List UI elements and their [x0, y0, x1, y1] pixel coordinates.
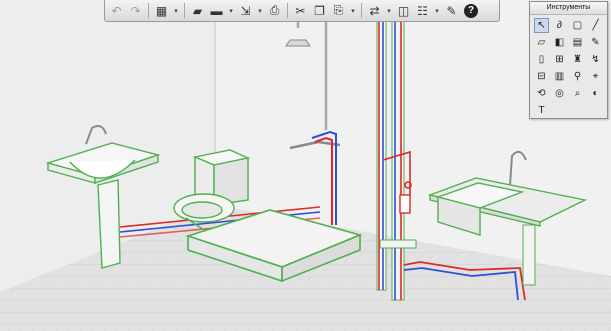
toolbar-separator: [287, 3, 288, 18]
save-dropdown[interactable]: ▾: [227, 2, 235, 19]
tool-grid: ↖ ∂ ▢ ╱ ▱ ◧ ▤ ✎ ▯ ⊞ ♜ ↯ ⊟ ▥ ⚲ ⌖ ⟲ ◎ ⌕ ◐ T: [530, 15, 607, 121]
view-3d-dropdown[interactable]: ▾: [172, 2, 180, 19]
properties-icon[interactable]: ☷: [414, 2, 431, 19]
plumbing-3d-viewport[interactable]: [0, 0, 611, 331]
properties-dropdown[interactable]: ▾: [433, 2, 441, 19]
zoom-tool-icon[interactable]: ⌕: [570, 86, 585, 101]
rotate-tool-icon[interactable]: ⟲: [534, 86, 549, 101]
tools-palette: Инструменты ↖ ∂ ▢ ╱ ▱ ◧ ▤ ✎ ▯ ⊞ ♜ ↯ ⊟ ▥ ⚲ ⌖ ⟲ ◎ ⌕ ◐ T: [529, 1, 608, 119]
select-tool-icon[interactable]: ↖: [534, 18, 549, 33]
measure-tool-icon[interactable]: ⌖: [588, 69, 603, 84]
wall-tool-icon[interactable]: ╱: [588, 18, 603, 33]
paste-icon[interactable]: ⎘: [330, 2, 347, 19]
undo-icon[interactable]: ↶: [108, 2, 125, 19]
copy-icon[interactable]: ❐: [311, 2, 328, 19]
link-tool-icon[interactable]: ∂: [552, 18, 567, 33]
connect-dropdown[interactable]: ▾: [385, 2, 393, 19]
toolbar-separator: [148, 3, 149, 18]
redo-icon[interactable]: ↷: [127, 2, 144, 19]
print-icon[interactable]: ⎙: [266, 2, 283, 19]
pipe-tool-icon[interactable]: ↯: [588, 52, 603, 67]
fixture-tool-icon[interactable]: ⊟: [534, 69, 549, 84]
palette-title: Инструменты: [530, 2, 607, 15]
main-toolbar: ↶ ↷ ▦ ▾ ▰ ▬ ▾ ⇲ ▾ ⎙ ✂ ❐ ⎘ ▾ ⇄ ▾ ◫ ☷ ▾ ✎?: [104, 0, 500, 22]
camera-tool-icon[interactable]: ◎: [552, 86, 567, 101]
toolbar-separator: [361, 3, 362, 18]
light-tool-icon[interactable]: ◐: [588, 86, 603, 101]
dimension-tool-icon[interactable]: ⚲: [570, 69, 585, 84]
layers-icon[interactable]: ◫: [395, 2, 412, 19]
cut-icon[interactable]: ✂: [292, 2, 309, 19]
settings-icon[interactable]: ✎: [443, 2, 460, 19]
help-icon[interactable]: ?: [464, 3, 478, 18]
label-tool-icon[interactable]: ▥: [552, 69, 567, 84]
export-icon[interactable]: ⇲: [237, 2, 254, 19]
toolbar-separator: [184, 3, 185, 18]
floor-tool-icon[interactable]: ▱: [534, 35, 549, 50]
furniture-tool-icon[interactable]: ♜: [570, 52, 585, 67]
open-folder-icon[interactable]: ▰: [189, 2, 206, 19]
slab-tool-icon[interactable]: ◧: [552, 35, 567, 50]
stairs-tool-icon[interactable]: ▤: [570, 35, 585, 50]
door-tool-icon[interactable]: ▯: [534, 52, 549, 67]
save-icon[interactable]: ▬: [208, 2, 225, 19]
text-tool-icon[interactable]: T: [534, 103, 549, 118]
paste-dropdown[interactable]: ▾: [349, 2, 357, 19]
connect-icon[interactable]: ⇄: [366, 2, 383, 19]
room-tool-icon[interactable]: ▢: [570, 18, 585, 33]
view-3d-icon[interactable]: ▦: [153, 2, 170, 19]
export-dropdown[interactable]: ▾: [256, 2, 264, 19]
window-tool-icon[interactable]: ⊞: [552, 52, 567, 67]
pencil-tool-icon[interactable]: ✎: [588, 35, 603, 50]
